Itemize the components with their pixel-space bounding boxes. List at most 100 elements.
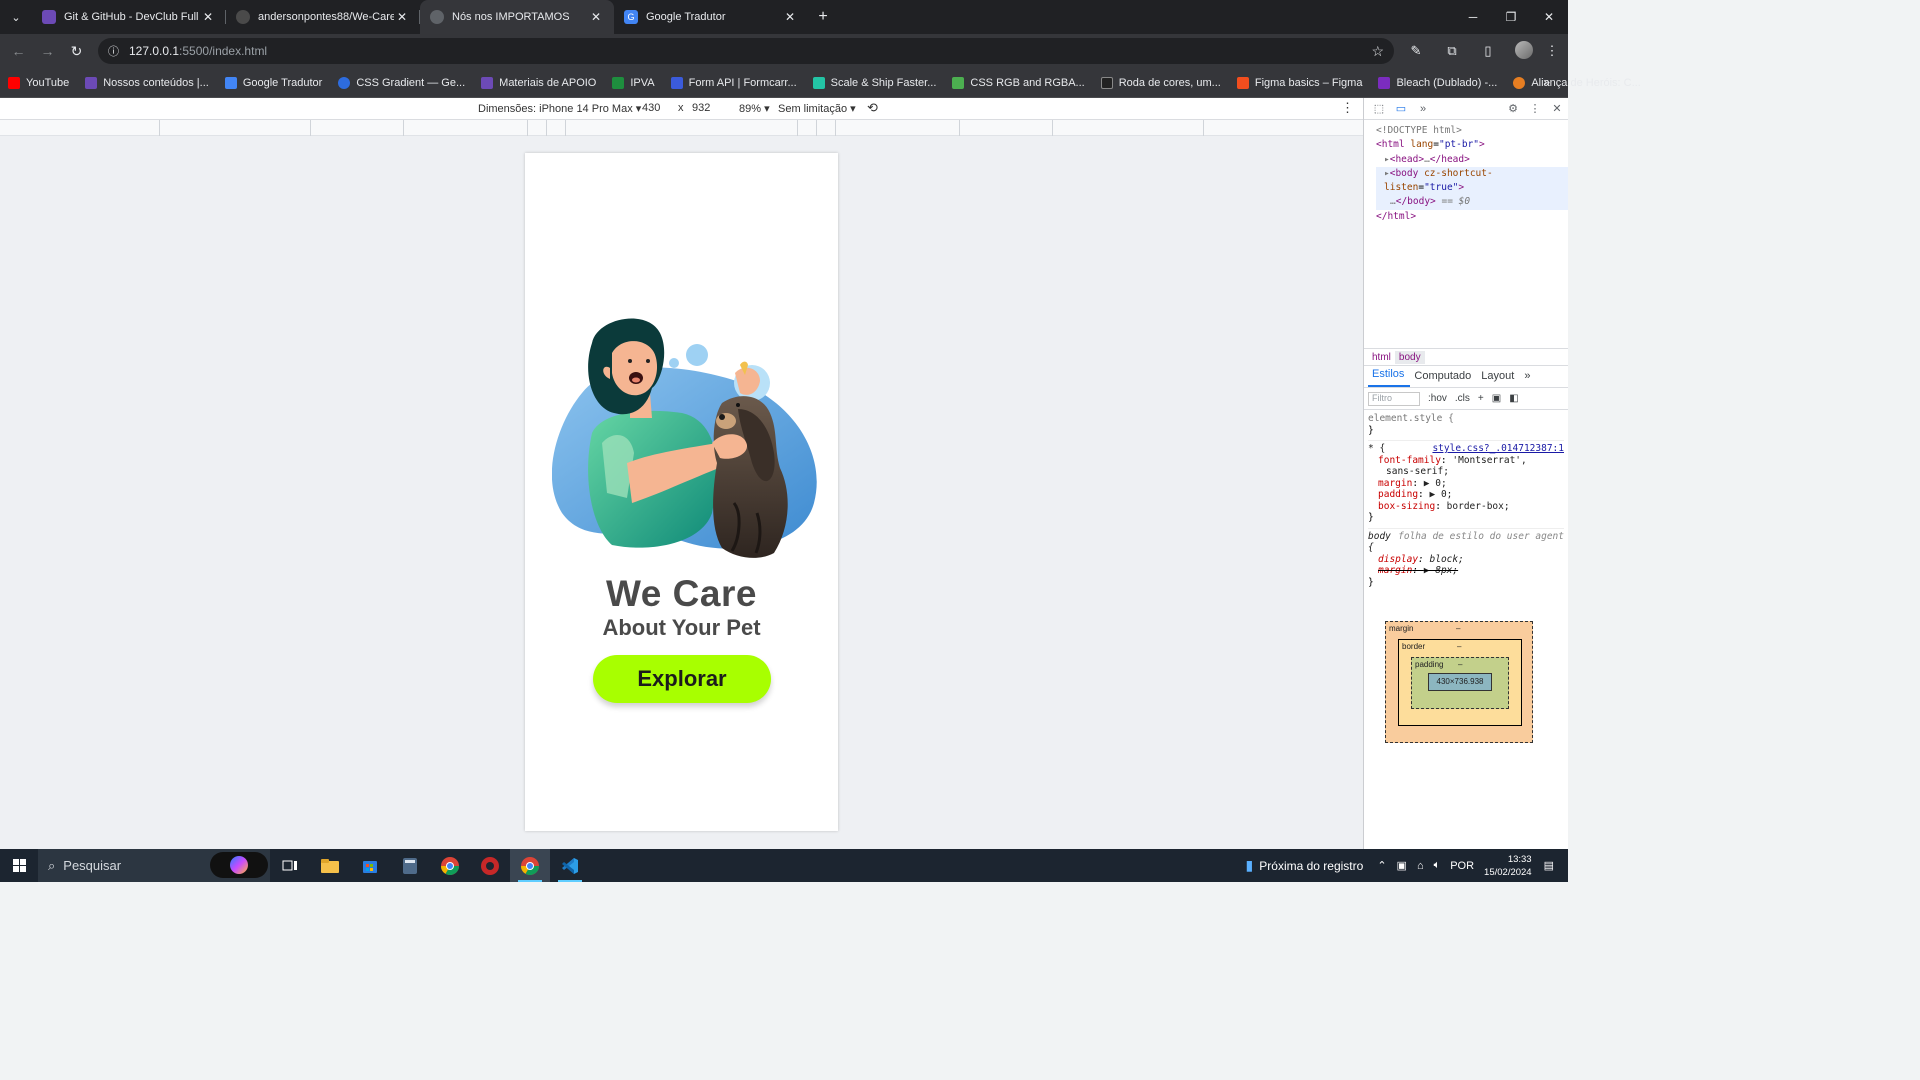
registry-app-icon[interactable]: ▮: [1246, 857, 1254, 874]
extensions-icon[interactable]: ⧉: [1434, 43, 1470, 59]
paint-icon[interactable]: ▣: [1492, 393, 1501, 404]
breadcrumb-html[interactable]: html: [1368, 351, 1395, 364]
side-panel-icon[interactable]: ▯: [1470, 43, 1506, 59]
new-tab-button[interactable]: +: [808, 0, 838, 34]
tab-search-button[interactable]: ⌄: [0, 0, 32, 34]
elements-tree[interactable]: <!DOCTYPE html> <html lang="pt-br"> ▸<he…: [1364, 120, 1568, 348]
bookmark-alianca-herois[interactable]: Aliança de Heróis: C...: [1513, 76, 1641, 89]
minimize-icon[interactable]: ─: [1454, 0, 1492, 34]
notification-text[interactable]: Próxima do registro: [1259, 859, 1363, 873]
taskbar-search[interactable]: ⌕ Pesquisar: [38, 849, 270, 882]
language-indicator[interactable]: POR: [1450, 860, 1474, 872]
close-tab-icon[interactable]: ✕: [588, 10, 604, 24]
tab-google-translate[interactable]: G Google Tradutor ✕: [614, 0, 808, 34]
bookmark-bleach[interactable]: Bleach (Dublado) -...: [1378, 76, 1497, 89]
device-select[interactable]: Dimensões: iPhone 14 Pro Max ▾: [478, 102, 641, 115]
chrome-active-icon[interactable]: [510, 849, 550, 882]
address-bar[interactable]: ⓘ 127.0.0.1:5500/index.html ☆: [98, 38, 1394, 64]
bookmark-materiais-apoio[interactable]: Materiais de APOIO: [481, 76, 596, 89]
reload-icon[interactable]: ↻: [62, 34, 91, 68]
file-explorer-icon[interactable]: [310, 849, 350, 882]
box-model-content[interactable]: 430×736.938: [1428, 673, 1492, 691]
tab-computado[interactable]: Computado: [1410, 370, 1477, 387]
calculator-icon[interactable]: [390, 849, 430, 882]
sidebar-toggle-icon[interactable]: ◧: [1509, 393, 1518, 404]
bookmark-scale-ship[interactable]: Scale & Ship Faster...: [812, 76, 936, 89]
profile-avatar[interactable]: [1506, 40, 1542, 62]
back-icon[interactable]: ←: [4, 34, 33, 68]
stylesheet-link[interactable]: style.css?_.014712387:1: [1432, 443, 1564, 455]
bookmark-youtube[interactable]: YouTube: [8, 76, 69, 89]
ua-body-rule[interactable]: folha de estilo do user agent body {: [1368, 527, 1564, 554]
brave-icon[interactable]: [470, 849, 510, 882]
cls-toggle[interactable]: .cls: [1455, 393, 1470, 404]
bookmark-roda-de-cores[interactable]: Roda de cores, um...: [1100, 76, 1221, 89]
tab-devclub[interactable]: Git & GitHub - DevClub Full Sta ✕: [32, 0, 226, 34]
site-info-icon[interactable]: ⓘ: [108, 43, 119, 59]
bookmark-star-icon[interactable]: ☆: [1371, 43, 1384, 60]
network-icon[interactable]: ⌂: [1417, 860, 1424, 872]
close-tab-icon[interactable]: ✕: [394, 10, 410, 24]
decl-margin[interactable]: margin: ▶ 0;: [1368, 478, 1564, 490]
close-tab-icon[interactable]: ✕: [782, 10, 798, 24]
html-close-node[interactable]: </html>: [1376, 210, 1568, 224]
body-node[interactable]: ▸<body cz-shortcut-listen="true">: [1376, 166, 1568, 196]
tray-app-icon[interactable]: ▣: [1397, 859, 1407, 872]
bookmark-css-gradient[interactable]: CSS Gradient — Ge...: [338, 76, 465, 89]
bookmark-google-tradutor[interactable]: Google Tradutor: [224, 76, 322, 89]
bookmark-figma[interactable]: Figma basics – Figma: [1236, 76, 1362, 89]
bookmark-css-rgb[interactable]: CSS RGB and RGBA...: [952, 76, 1085, 89]
pen-icon[interactable]: ✎: [1398, 43, 1434, 59]
doctype-node[interactable]: <!DOCTYPE html>: [1376, 124, 1568, 138]
decl-padding[interactable]: padding: ▶ 0;: [1368, 489, 1564, 501]
close-window-icon[interactable]: ✕: [1530, 0, 1568, 34]
tab-estilos[interactable]: Estilos: [1368, 368, 1411, 387]
more-panels-icon[interactable]: »: [1412, 103, 1434, 115]
clock[interactable]: 13:33 15/02/2024: [1484, 853, 1532, 879]
start-button[interactable]: [0, 849, 38, 882]
more-options-icon[interactable]: ⋮: [1341, 100, 1354, 116]
more-tabs-icon[interactable]: »: [1520, 370, 1536, 387]
device-toggle-icon[interactable]: ▭: [1390, 102, 1412, 115]
forward-icon[interactable]: →: [33, 34, 62, 68]
settings-icon[interactable]: ⚙: [1502, 102, 1524, 115]
microsoft-store-icon[interactable]: [350, 849, 390, 882]
hov-toggle[interactable]: :hov: [1428, 393, 1447, 404]
body-close-node[interactable]: …</body> == $0: [1376, 195, 1568, 210]
restore-icon[interactable]: ❐: [1492, 0, 1530, 34]
bookmark-ipva[interactable]: IPVA: [612, 76, 655, 89]
tab-layout[interactable]: Layout: [1477, 370, 1520, 387]
bookmark-nossos-conteudos[interactable]: Nossos conteúdos |...: [85, 76, 209, 89]
explore-button[interactable]: Explorar: [593, 655, 771, 703]
chrome-icon[interactable]: [430, 849, 470, 882]
volume-icon[interactable]: 🔈︎: [1434, 859, 1441, 872]
throttle-select[interactable]: Sem limitação ▾: [778, 102, 856, 115]
html-node[interactable]: <html lang="pt-br">: [1376, 138, 1568, 152]
bookmark-formcarry[interactable]: Form API | Formcarr...: [670, 76, 797, 89]
task-view-icon[interactable]: [270, 849, 310, 882]
breadcrumb-body[interactable]: body: [1394, 350, 1425, 364]
add-rule-icon[interactable]: +: [1478, 393, 1484, 404]
notifications-icon[interactable]: ▤: [1544, 859, 1554, 872]
tab-github[interactable]: andersonpontes88/We-Care-Re ✕: [226, 0, 420, 34]
copilot-icon[interactable]: [210, 852, 268, 878]
styles-filter-input[interactable]: Filtro: [1368, 391, 1420, 406]
devtools-menu-icon[interactable]: ⋮: [1524, 102, 1546, 115]
chevron-up-icon[interactable]: ⌃: [1377, 859, 1386, 872]
universal-rule[interactable]: style.css?_.014712387:1 * {: [1368, 440, 1564, 455]
decl-font-family[interactable]: font-family: 'Montserrat',: [1368, 455, 1564, 467]
zoom-select[interactable]: 89% ▾: [739, 102, 770, 115]
more-bookmarks-icon[interactable]: »: [1543, 75, 1550, 89]
tab-we-care[interactable]: Nós nos IMPORTAMOS ✕: [420, 0, 614, 34]
vscode-icon[interactable]: [550, 849, 590, 882]
width-input[interactable]: 430: [642, 102, 660, 114]
head-node[interactable]: ▸<head>…</head>: [1376, 153, 1568, 167]
menu-icon[interactable]: ⋮: [1542, 43, 1562, 59]
element-style-rule[interactable]: element.style {: [1368, 413, 1564, 425]
rotate-icon[interactable]: ⟲: [867, 100, 878, 116]
inspect-element-icon[interactable]: ⬚: [1368, 102, 1390, 115]
close-tab-icon[interactable]: ✕: [200, 10, 216, 24]
close-devtools-icon[interactable]: ✕: [1546, 102, 1568, 115]
height-input[interactable]: 932: [692, 102, 710, 114]
decl-box-sizing[interactable]: box-sizing: border-box;: [1368, 501, 1564, 513]
